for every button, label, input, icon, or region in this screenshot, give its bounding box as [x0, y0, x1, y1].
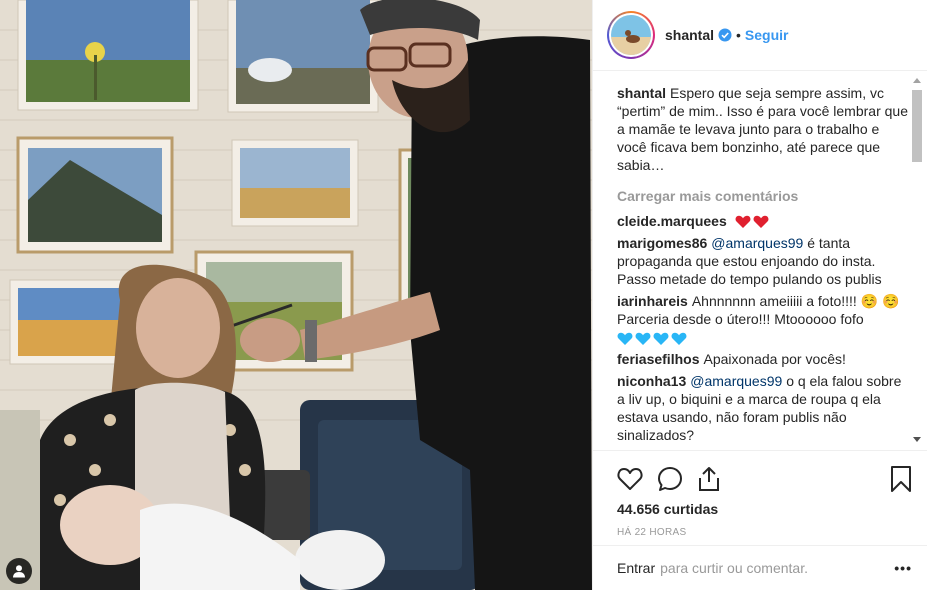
- comment-button[interactable]: [657, 459, 697, 499]
- red-hearts-emoji: [735, 215, 769, 229]
- verified-badge-icon: [718, 28, 732, 42]
- caption-username[interactable]: shantal: [617, 85, 666, 101]
- share-button[interactable]: [697, 459, 737, 499]
- comment-text: Apaixonada por vocês!: [703, 351, 846, 368]
- comment-username[interactable]: feriasefilhos: [617, 351, 699, 367]
- red-heart-icon: [753, 216, 769, 229]
- speech-bubble-icon: [658, 467, 682, 491]
- action-icon-row: [617, 459, 912, 499]
- comment-username[interactable]: cleide.marquees: [617, 213, 727, 229]
- login-prompt-text: para curtir ou comentar.: [660, 560, 808, 576]
- blue-heart-icon: [635, 333, 651, 346]
- heart-outline-icon: [617, 468, 643, 490]
- comment-item: marigomes86 @amarques99 é tanta propagand…: [617, 234, 913, 288]
- scroll-up-arrow-icon[interactable]: [913, 78, 921, 83]
- avatar[interactable]: [607, 11, 655, 59]
- post-photo[interactable]: [0, 0, 592, 590]
- load-more-comments-button[interactable]: Carregar mais comentários: [617, 188, 913, 204]
- comment-mention[interactable]: @amarques99: [690, 373, 782, 389]
- blue-hearts-emoji: [617, 332, 687, 346]
- post-header: shantal • Seguir: [593, 0, 927, 71]
- blue-heart-icon: [653, 333, 669, 346]
- red-heart-icon: [735, 216, 751, 229]
- person-icon: [13, 565, 25, 578]
- comment-item: niconha13 @amarques99 o q ela falou sobre…: [617, 372, 913, 444]
- comment-item: cleide.marquees: [617, 212, 913, 230]
- comment-username[interactable]: marigomes86: [617, 235, 707, 251]
- framed-photo-2: [227, 0, 379, 113]
- blue-heart-icon: [617, 333, 633, 346]
- post-actions: 44.656 curtidas HÁ 22 HORAS: [593, 450, 927, 538]
- comment-username[interactable]: niconha13: [617, 373, 686, 389]
- framed-photo-3: [16, 136, 174, 254]
- likes-count[interactable]: 44.656 curtidas: [617, 501, 912, 517]
- avatar-inner: [609, 13, 653, 57]
- post-username[interactable]: shantal: [665, 27, 714, 43]
- avatar-beach-picture: [611, 15, 651, 55]
- comment-item: iarinhareis Ahnnnnnn ameiiiii a foto!!!! …: [617, 292, 913, 346]
- comments-scrollbar[interactable]: [909, 72, 925, 448]
- comment-item: feriasefilhos Apaixonada por vocês!: [617, 350, 913, 368]
- add-comment-bar: Entrar para curtir ou comentar. •••: [593, 545, 927, 590]
- blue-heart-icon: [671, 333, 687, 346]
- post-timestamp[interactable]: HÁ 22 HORAS: [617, 527, 912, 538]
- post-side-panel: shantal • Seguir shantal Espero que seja …: [592, 0, 927, 590]
- instagram-post-modal: shantal • Seguir shantal Espero que seja …: [0, 0, 927, 590]
- caption: shantal Espero que seja sempre assim, vc …: [617, 84, 913, 174]
- share-upload-icon: [699, 467, 719, 491]
- separator-dot: •: [736, 27, 741, 43]
- avatar-image: [611, 15, 651, 55]
- comment-mention[interactable]: @amarques99: [711, 235, 803, 251]
- framed-photo-4: [231, 139, 359, 227]
- comments-list[interactable]: shantal Espero que seja sempre assim, vc …: [593, 72, 913, 448]
- login-link[interactable]: Entrar: [617, 560, 655, 576]
- photo-illustration: [0, 0, 592, 590]
- scrollbar-thumb[interactable]: [912, 90, 922, 162]
- more-options-icon[interactable]: •••: [894, 560, 912, 576]
- bookmark-icon: [891, 466, 911, 492]
- save-button[interactable]: [872, 459, 912, 499]
- framed-photo-1: [17, 0, 199, 111]
- tagged-people-button[interactable]: [6, 558, 32, 584]
- like-button[interactable]: [617, 459, 657, 499]
- comment-username[interactable]: iarinhareis: [617, 293, 688, 309]
- scroll-down-arrow-icon[interactable]: [913, 437, 921, 442]
- follow-button[interactable]: Seguir: [745, 27, 789, 43]
